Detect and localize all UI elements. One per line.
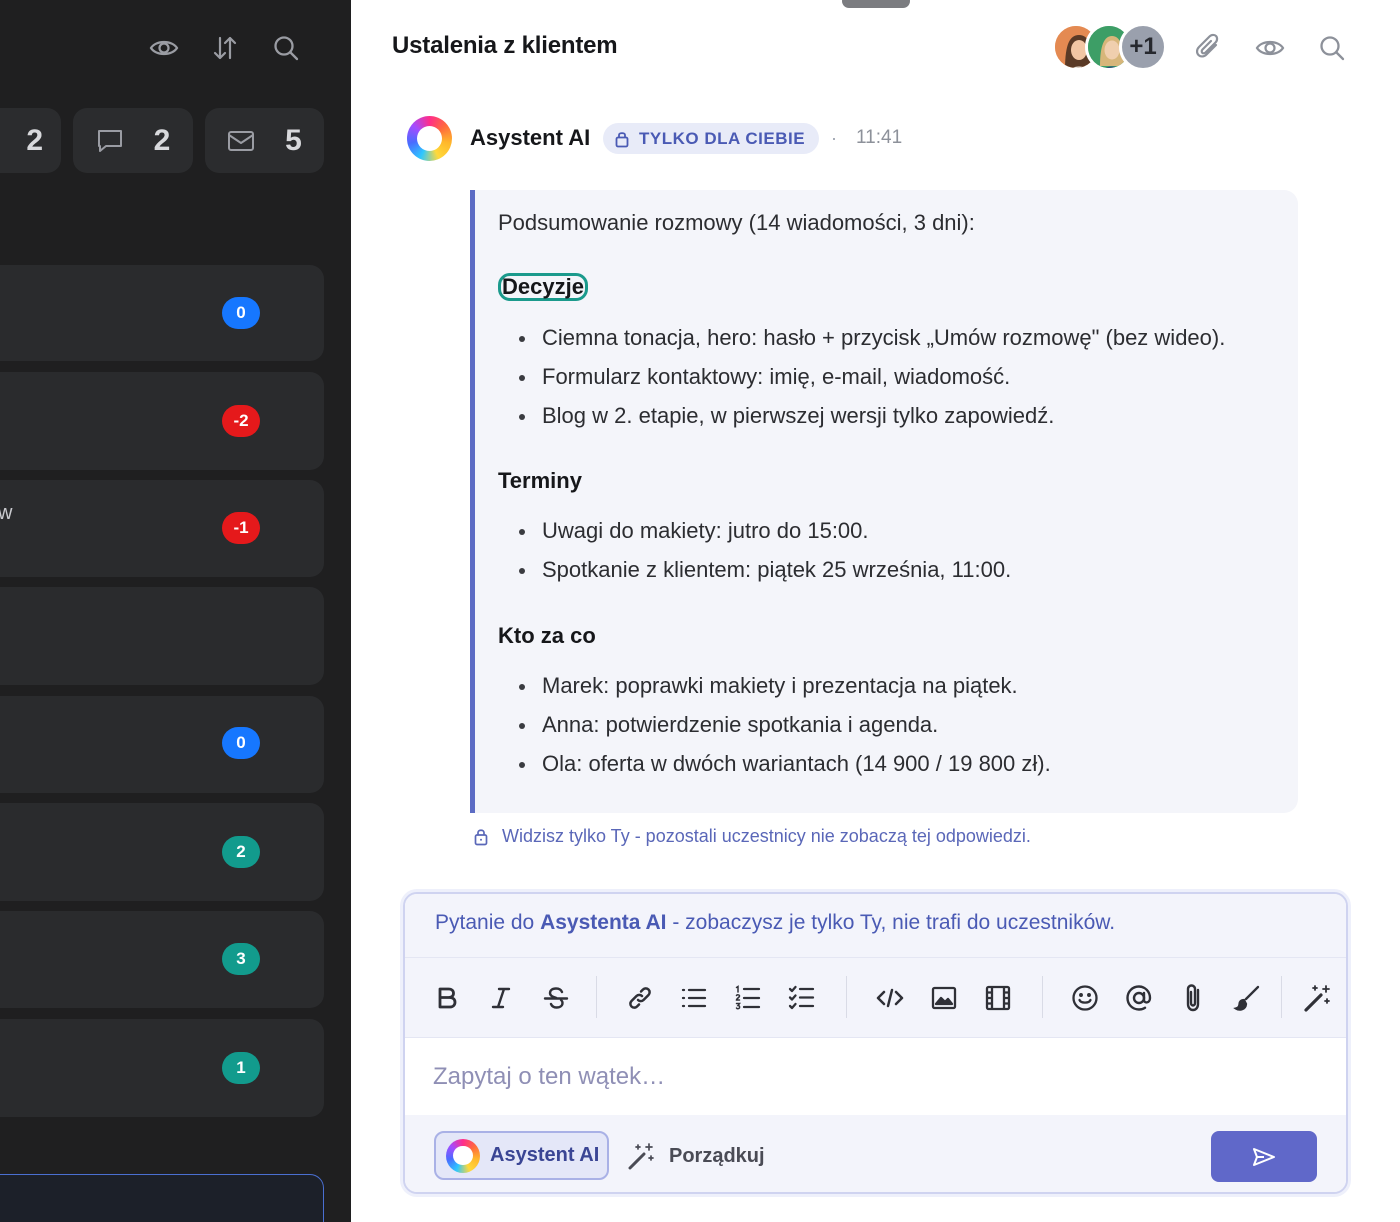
ai-summary-message: Podsumowanie rozmowy (14 wiadomości, 3 d… [470,190,1298,813]
mail-icon [228,130,255,151]
decisions-list: Ciemna tonacja, hero: hasło + przycisk „… [518,325,1225,442]
private-reply-notice-text: Widzisz tylko Ty - pozostali uczestnicy … [502,826,1031,846]
numbered-list-icon[interactable] [728,978,768,1018]
selected-conversation-card[interactable] [0,1174,324,1222]
assistant-ai-logo-icon [407,116,452,161]
assistant-ai-toggle-button[interactable]: Asystent AI [434,1131,609,1180]
list-item: Spotkanie z klientem: piątek 25 września… [518,557,1011,596]
search-icon[interactable] [1313,29,1351,67]
conversation-card[interactable]: -2 [0,372,324,470]
more-members-badge: +1 [1119,23,1167,71]
tidy-button-label: Porządkuj [669,1144,765,1167]
balance-badge: -2 [222,405,260,437]
link-icon[interactable] [620,978,660,1018]
tidy-button[interactable]: Porządkuj [627,1141,765,1171]
composer-hint: Pytanie do Asystenta AI - zobaczysz je t… [405,894,1346,958]
list-item: Ciemna tonacja, hero: hasło + przycisk „… [518,325,1225,364]
conversation-card[interactable]: 1 [0,1019,324,1117]
list-item: Ola: oferta w dwóch wariantach (14 900 /… [519,751,1051,790]
composer-hint-suffix: - zobaczysz je tylko Ty, nie trafi do uc… [666,911,1116,934]
toolbar-divider [1281,976,1282,1018]
lock-icon [615,131,629,147]
video-icon[interactable] [978,978,1018,1018]
stat-tasks[interactable]: 2 [0,108,61,173]
list-item: Blog w 2. etapie, w pierwszej wersji tyl… [518,403,1225,442]
toolbar-divider [596,976,597,1018]
composer-hint-assistant: Asystenta AI [540,911,667,934]
conversation-card[interactable] [0,587,324,685]
balance-badge: 0 [222,727,260,759]
visibility-badge-label: TYLKO DLA CIEBIE [639,128,806,148]
conversation-card[interactable]: 0 [0,265,324,361]
drag-handle[interactable] [842,0,910,8]
message-time: 11:41 [856,127,903,148]
summary-intro: Podsumowanie rozmowy (14 wiadomości, 3 d… [498,210,975,235]
composer-hint-prefix: Pytanie do [435,911,541,934]
image-icon[interactable] [924,978,964,1018]
eye-icon[interactable] [1251,29,1289,67]
stat-comments[interactable]: 2 [73,108,193,173]
send-button[interactable] [1211,1131,1317,1182]
stat-mail[interactable]: 5 [205,108,324,173]
italic-icon[interactable] [481,978,521,1018]
section-heading-responsibilities: Kto za co [498,623,596,648]
ai-question-composer: Pytanie do Asystenta AI - zobaczysz je t… [403,892,1348,1194]
emoji-icon[interactable] [1065,978,1105,1018]
conversation-card[interactable]: 3 [0,911,324,1008]
stat-mail-count: 5 [285,123,302,157]
toolbar-divider [1042,976,1043,1018]
send-icon [1253,1147,1275,1166]
magic-wand-icon [628,1143,654,1170]
stat-tasks-count: 2 [26,123,43,157]
eye-icon[interactable] [146,30,182,66]
attachment-icon[interactable] [1173,978,1213,1018]
formatting-toolbar [405,958,1346,1038]
conversation-card[interactable]: 2 [0,803,324,901]
mention-icon[interactable] [1119,978,1159,1018]
list-item: Marek: poprawki makiety i prezentacja na… [519,673,1051,712]
thread-title: Ustalenia z klientem [392,32,618,59]
sender-name: Asystent AI [470,125,591,150]
brush-icon[interactable] [1227,978,1267,1018]
list-item: Formularz kontaktowy: imię, e-mail, wiad… [518,364,1225,403]
composer-footer: Asystent AI Porządkuj [405,1115,1346,1192]
paperclip-icon[interactable] [1190,29,1228,67]
search-icon[interactable] [268,30,304,66]
section-heading-decisions: Decyzje [498,273,588,301]
balance-badge: -1 [222,512,260,544]
conversation-card[interactable]: 0 [0,696,324,793]
code-icon[interactable] [870,978,910,1018]
lock-icon [474,829,488,846]
stat-comments-count: 2 [153,123,171,157]
toolbar-divider [846,976,847,1018]
balance-badge: 2 [222,836,260,868]
magic-wand-icon[interactable] [1298,978,1338,1018]
conversation-card[interactable]: w -1 [0,480,324,577]
balance-badge: 0 [222,297,260,329]
card-text-fragment: w [0,502,13,524]
balance-badge: 3 [222,943,260,975]
visibility-badge: TYLKO DLA CIEBIE [603,123,820,154]
assistant-question-input[interactable] [405,1039,1346,1115]
list-item: Uwagi do makiety: jutro do 15:00. [518,518,1011,557]
deadlines-list: Uwagi do makiety: jutro do 15:00. Spotka… [518,518,1011,596]
checklist-icon[interactable] [782,978,822,1018]
participants[interactable]: +1 [1052,23,1168,73]
strikethrough-icon[interactable] [536,978,576,1018]
meta-separator: · [831,128,837,148]
private-reply-notice: Widzisz tylko Ty - pozostali uczestnicy … [474,826,1031,847]
assistant-ai-logo-icon [446,1138,480,1173]
balance-badge: 1 [222,1052,260,1084]
bullet-list-icon[interactable] [674,978,714,1018]
comment-icon [97,129,122,152]
responsibilities-list: Marek: poprawki makiety i prezentacja na… [519,673,1051,790]
assistant-ai-toggle-label: Asystent AI [490,1144,600,1166]
sort-icon[interactable] [207,30,243,66]
sidebar: 2 2 5 0 -2 w -1 0 2 3 1 [0,0,351,1222]
bold-icon[interactable] [427,978,467,1018]
section-heading-deadlines: Terminy [498,468,582,493]
list-item: Anna: potwierdzenie spotkania i agenda. [519,712,1051,751]
